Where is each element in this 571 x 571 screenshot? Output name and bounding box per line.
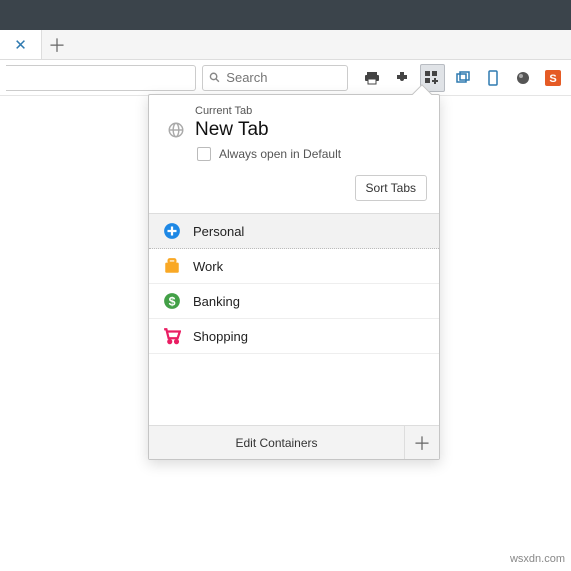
- extensions-button[interactable]: [390, 64, 414, 92]
- tablet-button[interactable]: [481, 64, 505, 92]
- container-item-shopping[interactable]: Shopping: [149, 319, 439, 354]
- always-open-checkbox[interactable]: [197, 147, 211, 161]
- search-input[interactable]: [226, 70, 341, 85]
- cart-icon: [163, 327, 181, 345]
- search-box[interactable]: [202, 65, 348, 91]
- edit-containers-button[interactable]: Edit Containers: [149, 426, 405, 459]
- container-label: Banking: [193, 294, 240, 309]
- sort-tabs-button[interactable]: Sort Tabs: [355, 175, 427, 201]
- window-button[interactable]: [451, 64, 475, 92]
- container-item-banking[interactable]: $ Banking: [149, 284, 439, 319]
- container-item-work[interactable]: Work: [149, 249, 439, 284]
- always-open-row[interactable]: Always open in Default: [195, 147, 425, 161]
- container-label: Personal: [193, 224, 244, 239]
- containers-panel: Current Tab New Tab Always open in Defau…: [148, 94, 440, 460]
- plus-circle-icon: [163, 222, 181, 240]
- browser-tab[interactable]: ✕: [0, 30, 42, 59]
- globe-button[interactable]: [511, 64, 535, 92]
- container-label: Work: [193, 259, 223, 274]
- s-badge-icon: S: [545, 70, 561, 86]
- current-tab-label: Current Tab: [195, 105, 425, 117]
- tab-title: New Tab: [195, 119, 425, 141]
- close-icon[interactable]: ✕: [14, 36, 27, 54]
- container-list: Personal Work $ Banking Shopping: [149, 213, 439, 425]
- sphere-icon: [515, 70, 531, 86]
- windows-icon: [455, 70, 471, 86]
- new-tab-button[interactable]: ＋: [42, 30, 72, 59]
- device-icon: [485, 70, 501, 86]
- toolbar: S: [0, 60, 571, 96]
- print-icon: [364, 70, 380, 86]
- tab-strip: ✕ ＋: [0, 30, 571, 60]
- grid-plus-icon: [424, 70, 440, 86]
- add-container-button[interactable]: ＋: [405, 426, 439, 459]
- window-titlebar: [0, 0, 571, 30]
- briefcase-icon: [163, 257, 181, 275]
- container-label: Shopping: [193, 329, 248, 344]
- url-input[interactable]: [6, 65, 196, 91]
- dollar-circle-icon: $: [163, 292, 181, 310]
- svg-text:S: S: [549, 73, 556, 85]
- print-button[interactable]: [360, 64, 384, 92]
- search-icon: [209, 71, 220, 84]
- svg-text:$: $: [169, 295, 176, 309]
- panel-footer: Edit Containers ＋: [149, 425, 439, 459]
- always-open-label: Always open in Default: [219, 147, 341, 161]
- puzzle-icon: [394, 70, 410, 86]
- badge-button[interactable]: S: [541, 64, 565, 92]
- container-item-personal[interactable]: Personal: [149, 214, 439, 249]
- globe-icon: [167, 121, 185, 139]
- watermark: wsxdn.com: [510, 553, 565, 565]
